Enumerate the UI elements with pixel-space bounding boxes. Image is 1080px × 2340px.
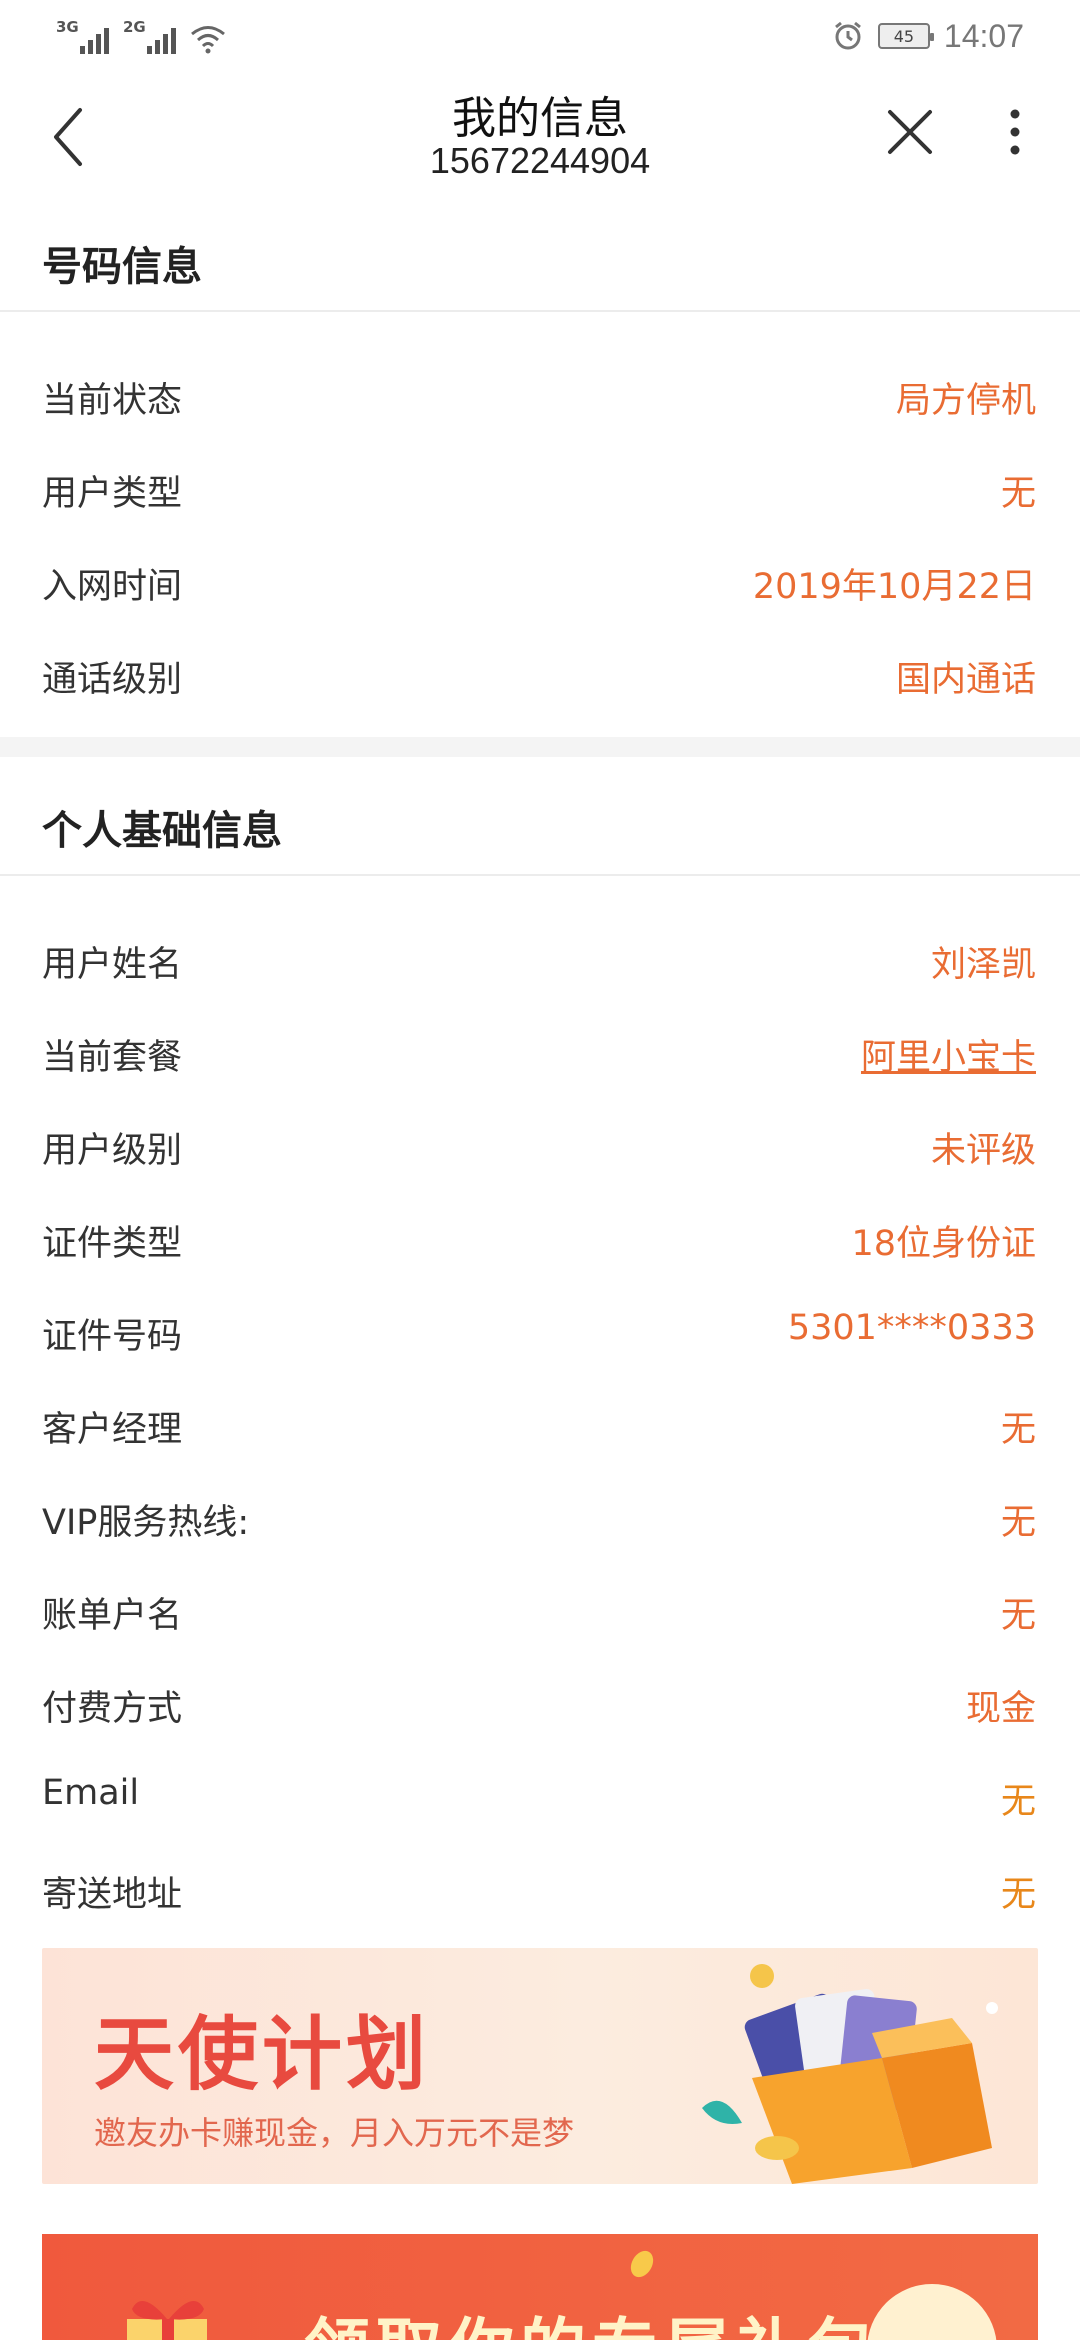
info-row-join-date: 入网时间 2019年10月22日: [0, 536, 1080, 629]
row-value: 无: [1000, 1503, 1036, 1543]
info-row-email: Email 无: [0, 1751, 1080, 1844]
plan-link[interactable]: 阿里小宝卡: [861, 1029, 1036, 1080]
row-label: 用户级别: [42, 1131, 183, 1171]
row-label: 证件类型: [42, 1224, 183, 1264]
section-title: 个人基础信息: [42, 808, 282, 854]
gift-banner[interactable]: 领取你的专属礼包: [42, 2234, 1038, 2340]
row-label: 寄送地址: [42, 1875, 183, 1915]
info-row-name: 用户姓名 刘泽凯: [0, 914, 1080, 1007]
row-label: 客户经理: [42, 1410, 183, 1450]
info-row-id-type: 证件类型 18位身份证: [0, 1193, 1080, 1286]
row-label: 付费方式: [42, 1689, 183, 1729]
close-icon[interactable]: [880, 102, 940, 162]
row-label: 用户类型: [42, 474, 183, 514]
row-value: 5301****0333: [787, 1308, 1036, 1348]
row-value: 无: [1000, 1596, 1036, 1636]
banner-title: 天使计划: [94, 2008, 430, 2101]
row-label: 证件号码: [42, 1317, 183, 1357]
row-label: 用户姓名: [42, 945, 183, 985]
info-row-status: 当前状态 局方停机: [0, 350, 1080, 443]
row-value: 未评级: [930, 1131, 1036, 1171]
status-bar: 3G 2G 45 14:07: [0, 0, 1080, 72]
row-value: 18位身份证: [851, 1224, 1036, 1264]
angel-plan-banner[interactable]: 天使计划 邀友办卡赚现金，月入万元不是梦: [42, 1948, 1038, 2184]
info-row-mail-address: 寄送地址 无: [0, 1844, 1080, 1937]
network-type-2: 2G: [123, 18, 146, 36]
row-value: 无: [1000, 1875, 1036, 1915]
info-row-vip-hotline: VIP服务热线: 无: [0, 1472, 1080, 1565]
nav-bar: 我的信息 15672244904: [0, 72, 1080, 204]
info-row-bill-name: 账单户名 无: [0, 1565, 1080, 1658]
info-row-user-level: 用户级别 未评级: [0, 1100, 1080, 1193]
banner-subtitle: 邀友办卡赚现金，月入万元不是梦: [94, 2114, 575, 2152]
row-label: Email: [42, 1773, 140, 1813]
more-menu-icon[interactable]: [1000, 102, 1030, 162]
row-value: 局方停机: [895, 381, 1036, 421]
row-label: 账单户名: [42, 1596, 183, 1636]
section-header-personal-info: 个人基础信息: [0, 776, 1080, 876]
signal-icon: 3G: [56, 18, 109, 54]
gift-box-illustration: [702, 1964, 998, 2184]
battery-level: 45: [893, 26, 915, 46]
info-row-account-manager: 客户经理 无: [0, 1379, 1080, 1472]
wifi-icon: [191, 26, 225, 54]
status-right: 45 14:07: [832, 18, 1024, 54]
section-divider: [0, 737, 1080, 757]
gift-icon: [127, 2301, 207, 2340]
info-row-user-type: 用户类型 无: [0, 443, 1080, 536]
status-left: 3G 2G: [56, 18, 226, 54]
row-value: 无: [1000, 1782, 1036, 1822]
info-row-payment-method: 付费方式 现金: [0, 1658, 1080, 1751]
row-label: 通话级别: [42, 660, 183, 700]
section-title: 号码信息: [42, 244, 202, 290]
info-row-call-level: 通话级别 国内通话: [0, 629, 1080, 722]
row-value: 现金: [965, 1689, 1036, 1729]
row-label: 入网时间: [42, 567, 183, 607]
row-label: VIP服务热线:: [42, 1503, 250, 1543]
banner-title: 领取你的专属礼包: [304, 2296, 880, 2340]
row-label: 当前套餐: [42, 1038, 183, 1078]
row-value: 无: [1000, 1410, 1036, 1450]
row-value: 刘泽凯: [930, 945, 1036, 985]
row-value: 国内通话: [895, 660, 1036, 700]
signal-icon: 2G: [123, 18, 176, 54]
section-header-number-info: 号码信息: [0, 212, 1080, 312]
row-label: 当前状态: [42, 381, 183, 421]
receive-button[interactable]: [867, 2284, 997, 2340]
battery-icon: 45: [877, 23, 934, 49]
info-row-plan: 当前套餐 阿里小宝卡: [0, 1007, 1080, 1100]
info-row-id-number: 证件号码 5301****0333: [0, 1286, 1080, 1379]
clock: 14:07: [943, 17, 1024, 54]
coin-icon: [630, 2250, 654, 2278]
row-value: 无: [1000, 474, 1036, 514]
network-type-1: 3G: [56, 18, 79, 36]
row-value: 2019年10月22日: [752, 567, 1036, 607]
alarm-icon: [834, 21, 861, 50]
